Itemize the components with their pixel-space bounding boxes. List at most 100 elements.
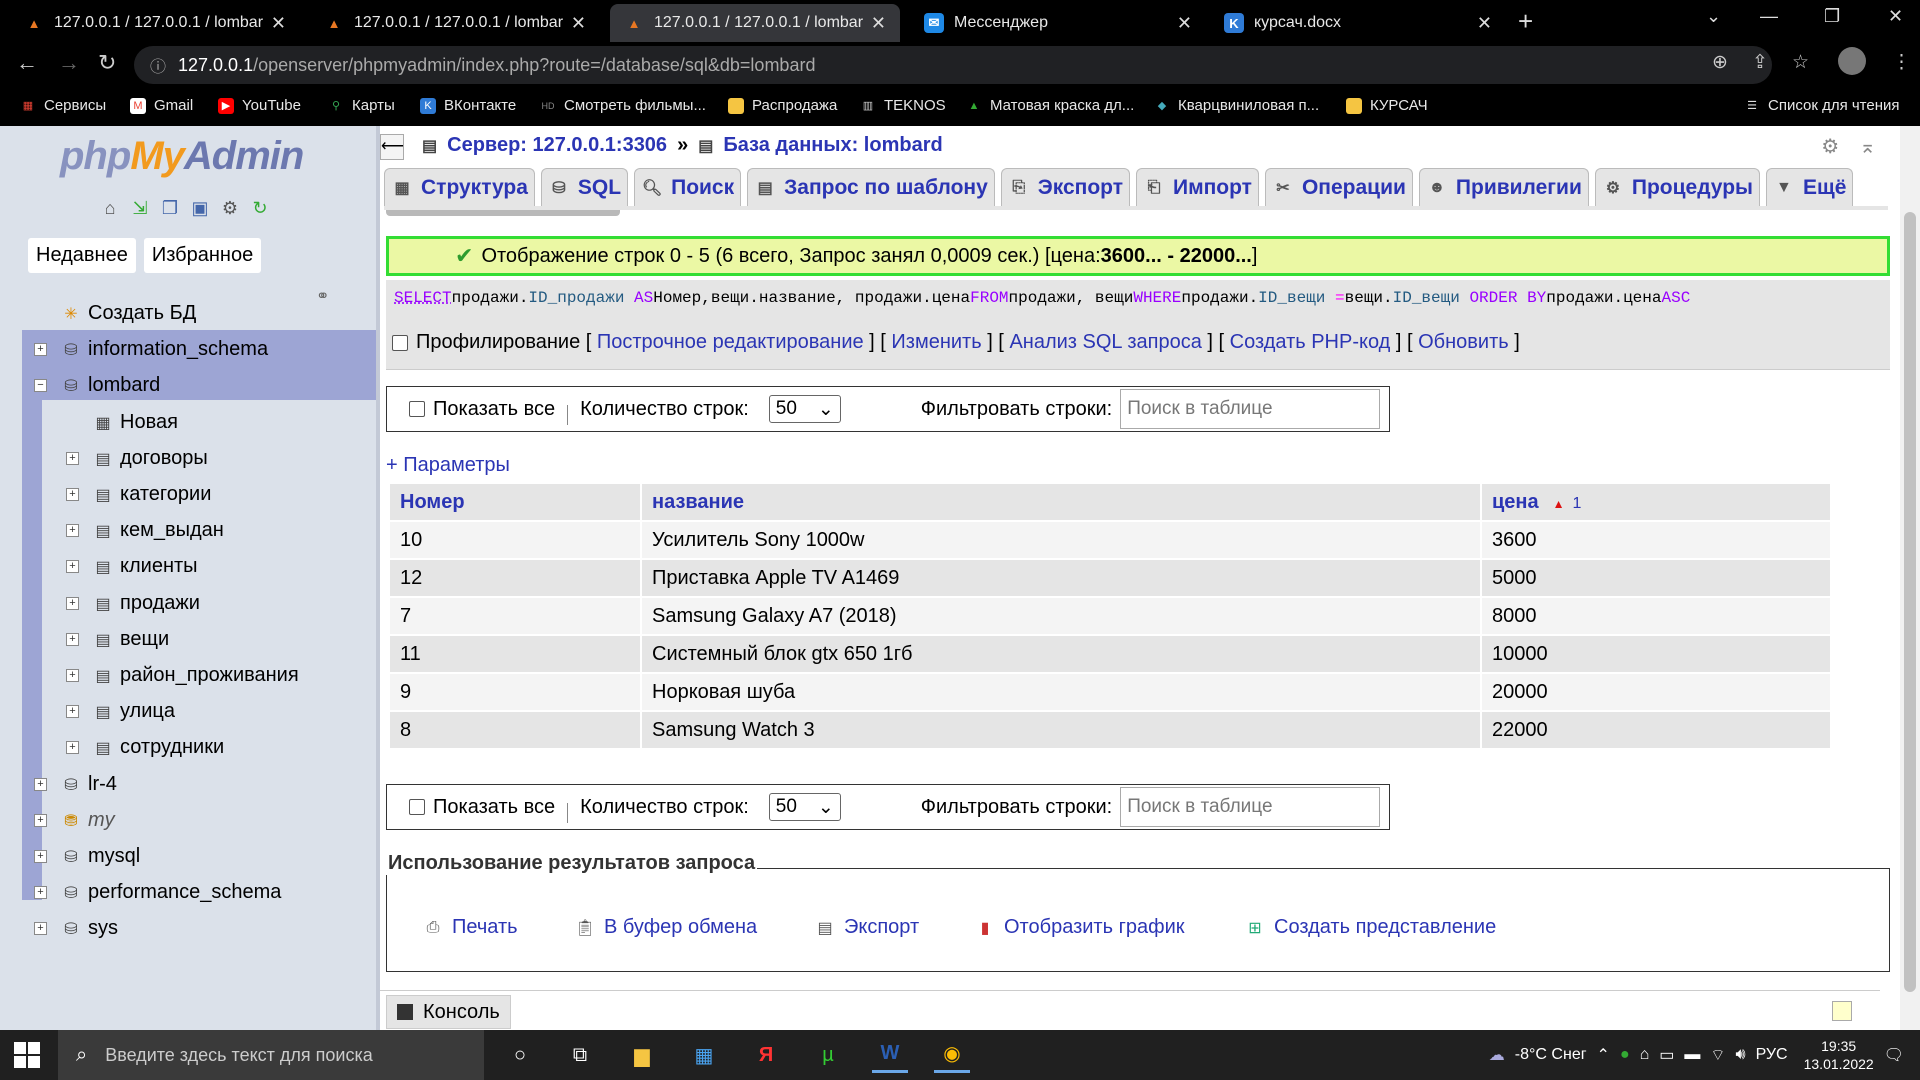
settings-icon[interactable]: ⚙ xyxy=(218,196,242,220)
cell-name[interactable]: Приставка Apple TV A1469 xyxy=(642,560,1480,596)
expand-icon[interactable]: + xyxy=(66,596,79,610)
browser-tab[interactable]: ▲ 127.0.0.1 / 127.0.0.1 / lombard / s ✕ xyxy=(310,4,600,42)
tree-table-item[interactable]: + ▤ клиенты xyxy=(0,549,376,585)
copy-to-clipboard-button[interactable]: 📋︎ В буфер обмена xyxy=(574,916,757,939)
expand-icon[interactable]: + xyxy=(34,922,47,936)
cell-number[interactable]: 12 xyxy=(390,560,640,596)
docs-icon[interactable]: ❐ xyxy=(158,196,182,220)
cell-price[interactable]: 22000 xyxy=(1482,712,1830,748)
collapse-top-icon[interactable]: ⌅ xyxy=(1859,134,1876,159)
monitor-icon[interactable]: ▭ xyxy=(1659,1045,1674,1065)
close-icon[interactable]: ✕ xyxy=(1477,13,1492,34)
tab-import[interactable]: ⎗ Импорт xyxy=(1135,168,1259,206)
edit-link[interactable]: Изменить xyxy=(891,331,981,354)
expand-icon[interactable]: + xyxy=(66,669,79,682)
tree-table-item[interactable]: + ▤ кем_выдан xyxy=(0,513,376,549)
volume-icon[interactable]: 🔊︎ xyxy=(1735,1046,1745,1064)
cell-name[interactable]: Норковая шуба xyxy=(642,674,1480,710)
breadcrumb-server[interactable]: Сервер: 127.0.0.1:3306 xyxy=(447,134,667,157)
home-icon[interactable]: ⌂ xyxy=(98,196,122,220)
tree-database-item[interactable]: + ⛁ sys xyxy=(0,911,376,947)
sql-docs-icon[interactable]: ▣ xyxy=(188,196,212,220)
expand-icon[interactable]: + xyxy=(34,343,47,357)
bookmark-item[interactable]: M Gmail xyxy=(130,97,193,114)
settings-icon[interactable]: ⚙ xyxy=(1821,134,1839,159)
recent-tab[interactable]: Недавнее xyxy=(28,238,136,273)
expand-icon[interactable]: + xyxy=(66,451,79,465)
export-button[interactable]: ▤ Экспорт xyxy=(814,916,919,939)
tree-database-item[interactable]: + ⛁ information_schema xyxy=(0,332,376,368)
table-row[interactable]: 11 Системный блок gtx 650 1гб 10000 xyxy=(390,636,1830,672)
info-icon[interactable]: ⓘ xyxy=(150,53,166,77)
expand-icon[interactable]: + xyxy=(34,813,47,827)
maximize-button[interactable]: ❐ xyxy=(1824,6,1840,27)
column-header-name[interactable]: название xyxy=(642,484,1480,520)
tree-database-item[interactable]: + ⛁ lr-4 xyxy=(0,767,376,803)
back-icon[interactable]: ← xyxy=(16,50,38,76)
rows-count-select[interactable]: 50 ⌄ xyxy=(768,395,841,423)
cell-price[interactable]: 3600 xyxy=(1482,522,1830,558)
cortana-icon[interactable]: ○ xyxy=(502,1037,538,1073)
filter-rows-input[interactable]: Поиск в таблице xyxy=(1120,389,1381,429)
tree-new-table[interactable]: ▦ Новая xyxy=(0,405,376,441)
bookmark-item[interactable]: HD Смотреть фильмы... xyxy=(540,97,706,114)
zoom-icon[interactable]: ⊕ xyxy=(1712,51,1728,74)
show-all-checkbox[interactable] xyxy=(409,799,425,815)
expand-icon[interactable]: + xyxy=(66,741,79,755)
tab-sql[interactable]: ⛁ SQL xyxy=(540,168,629,206)
cell-number[interactable]: 11 xyxy=(390,636,640,672)
tree-database-item[interactable]: + ⛃ my xyxy=(0,803,376,839)
cell-name[interactable]: Системный блок gtx 650 1гб xyxy=(642,636,1480,672)
minimize-button[interactable]: — xyxy=(1760,6,1778,27)
windows-start-button[interactable] xyxy=(14,1042,40,1068)
reload-nav-icon[interactable]: ↻ xyxy=(248,196,272,220)
cell-number[interactable]: 8 xyxy=(390,712,640,748)
reload-icon[interactable]: ↻ xyxy=(98,50,116,76)
notes-icon[interactable] xyxy=(1832,1001,1852,1021)
utorrent-icon[interactable]: µ xyxy=(810,1037,846,1073)
bookmark-item[interactable]: ▶ YouTube xyxy=(218,97,301,114)
options-link[interactable]: + Параметры xyxy=(386,454,510,477)
bookmark-item[interactable]: ⚲ Карты xyxy=(328,97,395,114)
tab-search[interactable]: 🔍︎ Поиск xyxy=(634,168,742,206)
table-row[interactable]: 10 Усилитель Sony 1000w 3600 xyxy=(390,522,1830,558)
weather-text[interactable]: -8°C Снег xyxy=(1515,1046,1587,1064)
column-header-price[interactable]: цена ▲ 1 xyxy=(1482,484,1830,520)
close-icon[interactable]: ✕ xyxy=(1177,13,1192,34)
tray-app-icon[interactable]: ● xyxy=(1620,1046,1630,1064)
create-view-button[interactable]: ⊞ Создать представление xyxy=(1244,916,1496,939)
filter-rows-input[interactable]: Поиск в таблице xyxy=(1120,787,1381,827)
bookmark-item[interactable]: K ВКонтакте xyxy=(420,97,516,114)
tree-database-item[interactable]: + ⛁ performance_schema xyxy=(0,875,376,911)
task-view-icon[interactable]: ⧉ xyxy=(562,1037,598,1073)
bookmark-item[interactable]: ◆ Кварцвиниловая п... xyxy=(1154,97,1319,114)
create-php-code-link[interactable]: Создать PHP-код xyxy=(1230,331,1391,354)
menu-icon[interactable]: ⋮ xyxy=(1892,51,1911,74)
notifications-icon[interactable]: 🗨︎ xyxy=(1884,1045,1904,1065)
cell-price[interactable]: 20000 xyxy=(1482,674,1830,710)
rows-count-select[interactable]: 50 ⌄ xyxy=(768,793,841,821)
tab-more[interactable]: ▼ Ещё xyxy=(1765,168,1854,206)
refresh-link[interactable]: Обновить xyxy=(1418,331,1509,354)
url-field[interactable]: ⓘ 127.0.0.1 /openserver/phpmyadmin/index… xyxy=(134,46,1772,84)
tree-table-item[interactable]: + ▤ сотрудники xyxy=(0,730,376,766)
tree-create-db[interactable]: ✳ Создать БД xyxy=(0,296,376,332)
table-row[interactable]: 9 Норковая шуба 20000 xyxy=(390,674,1830,710)
cell-price[interactable]: 8000 xyxy=(1482,598,1830,634)
bookmark-item[interactable]: Распродажа xyxy=(728,97,837,114)
usb-icon[interactable]: ⌂ xyxy=(1640,1046,1650,1064)
tree-database-item[interactable]: + ⛁ mysql xyxy=(0,839,376,875)
collapse-icon[interactable]: − xyxy=(34,379,47,393)
cell-name[interactable]: Samsung Galaxy A7 (2018) xyxy=(642,598,1480,634)
forward-icon[interactable]: → xyxy=(58,50,80,76)
chrome-icon[interactable]: ◉ xyxy=(934,1037,970,1073)
collapse-nav-button[interactable]: ⟵ xyxy=(380,134,404,160)
bookmark-item[interactable]: ▲ Матовая краска дл... xyxy=(966,97,1135,114)
sort-ascending-icon[interactable]: ▲ xyxy=(1553,497,1565,511)
close-icon[interactable]: ✕ xyxy=(571,13,586,34)
column-header-number[interactable]: Номер xyxy=(390,484,640,520)
bookmark-item[interactable]: ▦ Сервисы xyxy=(20,97,106,114)
browser-tab[interactable]: ▲ 127.0.0.1 / 127.0.0.1 / lombard | p ✕ xyxy=(10,4,300,42)
cell-name[interactable]: Усилитель Sony 1000w xyxy=(642,522,1480,558)
reading-list[interactable]: ☰ Список для чтения xyxy=(1744,97,1899,114)
